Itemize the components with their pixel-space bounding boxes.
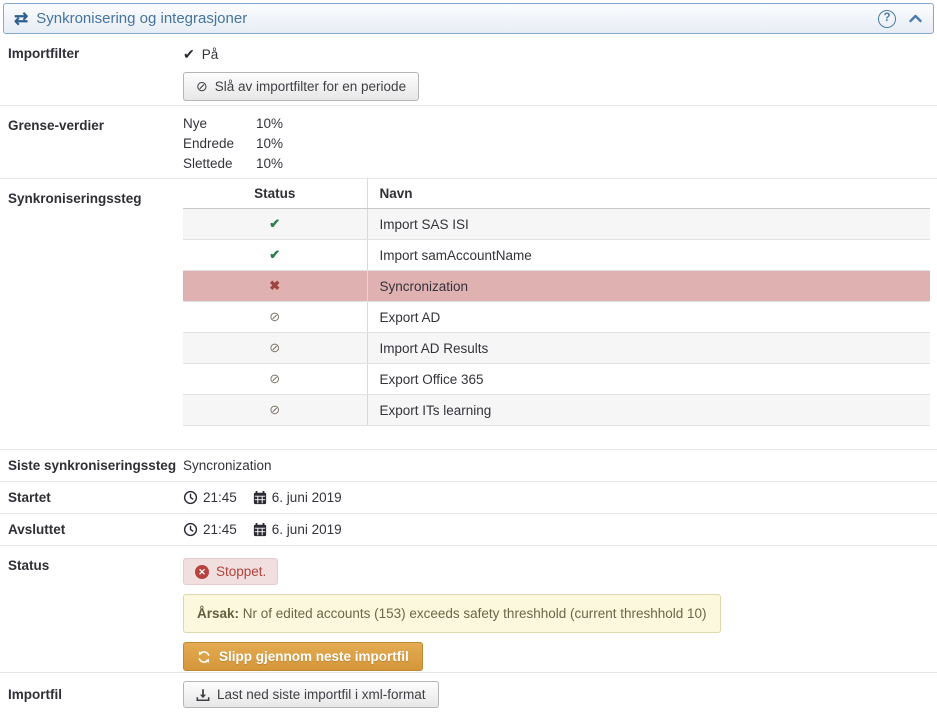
started-date: 6. juni 2019 (272, 490, 342, 505)
step-name: Export AD (367, 302, 930, 333)
clock-icon (183, 490, 198, 505)
help-icon[interactable]: ? (878, 10, 896, 28)
importfilter-state: ✔ På (183, 46, 937, 63)
limit-name: Endrede (183, 136, 240, 151)
section-importfilter: Importfilter ✔ På ⊘ Slå av importfilter … (0, 34, 937, 106)
limit-name: Slettede (183, 156, 240, 171)
importfilter-state-label: På (202, 47, 219, 62)
skipped-icon: ⊘ (269, 402, 280, 417)
step-name: Export Office 365 (367, 364, 930, 395)
panel-header-actions: ? (878, 10, 923, 28)
table-row: ✔ Import SAS ISI (183, 209, 930, 240)
success-icon: ✔ (269, 247, 280, 262)
collapse-chevron-icon[interactable] (908, 13, 923, 24)
ended-date: 6. juni 2019 (272, 522, 342, 537)
table-row: ⊘ Export AD (183, 302, 930, 333)
table-row-error: ✖ Syncronization (183, 271, 930, 302)
started-time: 21:45 (203, 490, 237, 505)
table-row: ⊘ Export Office 365 (183, 364, 930, 395)
table-row: ⊘ Import AD Results (183, 333, 930, 364)
skipped-icon: ⊘ (269, 371, 280, 386)
steps-header-row: Status Navn (183, 179, 930, 209)
limits-label: Grense-verdier (8, 106, 183, 178)
step-name: Export ITs learning (367, 395, 930, 426)
calendar-icon (253, 522, 267, 537)
table-row: ⊘ Export ITs learning (183, 395, 930, 426)
status-label: Status (8, 546, 183, 672)
section-ended: Avsluttet 21:45 6. juni 2019 (0, 514, 937, 546)
reason-alert: Årsak: Nr of edited accounts (153) excee… (183, 594, 721, 633)
step-name: Import samAccountName (367, 240, 930, 271)
refresh-icon (197, 650, 211, 664)
table-row: ✔ Import samAccountName (183, 240, 930, 271)
ban-icon: ⊘ (196, 78, 208, 95)
panel-title: Synkronisering og integrasjoner (36, 10, 247, 27)
last-step-value: Syncronization (183, 458, 937, 473)
limits-grid: Nye 10% Endrede 10% Slettede 10% (183, 106, 937, 171)
section-started: Startet 21:45 6. juni 2019 (0, 482, 937, 514)
section-last-step: Siste synkroniseringssteg Syncronization (0, 450, 937, 482)
started-label: Startet (8, 490, 183, 505)
skipped-icon: ⊘ (269, 309, 280, 324)
limit-value: 10% (256, 136, 937, 151)
step-name: Syncronization (367, 271, 930, 302)
section-importfile: Importfil Last ned siste importfil i xml… (0, 673, 937, 719)
importfile-label: Importfil (8, 673, 183, 719)
limit-value: 10% (256, 156, 937, 171)
step-name: Import SAS ISI (367, 209, 930, 240)
last-step-label: Siste synkroniseringssteg (8, 458, 183, 473)
importfilter-label: Importfilter (8, 34, 183, 105)
column-header-name: Navn (367, 179, 930, 209)
skipped-icon: ⊘ (269, 340, 280, 355)
ended-time: 21:45 (203, 522, 237, 537)
reason-text: Nr of edited accounts (153) exceeds safe… (243, 606, 707, 621)
check-icon: ✔ (183, 46, 195, 63)
calendar-icon (253, 490, 267, 505)
section-limits: Grense-verdier Nye 10% Endrede 10% Slett… (0, 106, 937, 179)
status-badge-text: Stoppet. (216, 564, 266, 579)
error-icon: ✖ (269, 278, 280, 293)
release-next-importfile-button[interactable]: Slipp gjennom neste importfil (183, 642, 423, 671)
step-name: Import AD Results (367, 333, 930, 364)
limit-name: Nye (183, 116, 240, 131)
download-icon (196, 688, 210, 702)
panel-title-wrap: ⇄ Synkronisering og integrasjoner (14, 9, 247, 29)
limit-value: 10% (256, 116, 937, 131)
stopped-circle-x-icon: ✕ (195, 565, 209, 579)
section-status: Status ✕ Stoppet. Årsak: Nr of edited ac… (0, 546, 937, 673)
section-steps: Synkroniseringssteg Status Navn ✔ Import… (0, 179, 937, 450)
success-icon: ✔ (269, 216, 280, 231)
download-importfile-button[interactable]: Last ned siste importfil i xml-format (183, 681, 439, 708)
reason-label: Årsak: (197, 606, 239, 621)
steps-table: Status Navn ✔ Import SAS ISI ✔ Import sa… (183, 179, 930, 426)
clock-icon (183, 522, 198, 537)
ended-label: Avsluttet (8, 522, 183, 537)
column-header-status: Status (183, 179, 367, 209)
disable-importfilter-button[interactable]: ⊘ Slå av importfilter for en periode (183, 72, 419, 101)
sync-transfer-icon: ⇄ (14, 9, 28, 29)
steps-label: Synkroniseringssteg (8, 179, 183, 449)
status-badge: ✕ Stoppet. (183, 558, 278, 585)
panel-header: ⇄ Synkronisering og integrasjoner ? (3, 3, 934, 34)
